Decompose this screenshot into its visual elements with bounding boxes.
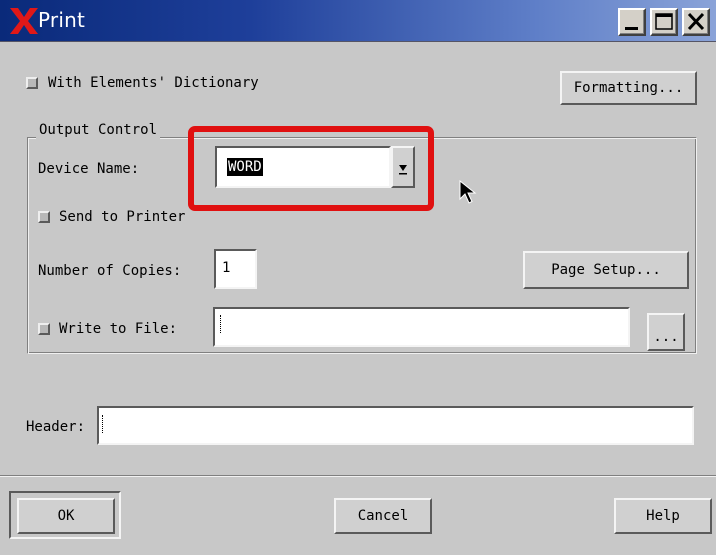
page-setup-button[interactable]: Page Setup...: [523, 251, 689, 289]
write-to-file-label: Write to File:: [59, 321, 178, 337]
number-of-copies-value: 1: [222, 260, 231, 276]
text-cursor-icon: [220, 315, 225, 333]
number-of-copies-label: Number of Copies:: [38, 263, 182, 279]
close-button[interactable]: [682, 8, 710, 36]
with-elements-dictionary-label: With Elements' Dictionary: [48, 75, 259, 91]
with-elements-dictionary-checkbox[interactable]: [26, 77, 38, 89]
maximize-icon: [655, 13, 673, 30]
close-icon: [687, 12, 705, 31]
send-to-printer-label: Send to Printer: [59, 209, 186, 225]
write-to-file-checkbox[interactable]: [38, 323, 50, 335]
minimize-icon: [625, 27, 638, 30]
device-name-label: Device Name:: [38, 161, 140, 177]
help-button[interactable]: Help: [614, 498, 712, 534]
browse-button[interactable]: ...: [647, 313, 685, 351]
write-to-file-input[interactable]: [213, 307, 630, 347]
number-of-copies-input[interactable]: 1: [214, 249, 257, 289]
title-bar[interactable]: [0, 0, 716, 42]
highlight-box: [188, 126, 434, 211]
window-title: Print: [38, 8, 86, 32]
send-to-printer-checkbox[interactable]: [38, 211, 50, 223]
formatting-button[interactable]: Formatting...: [560, 71, 697, 105]
x-logo-icon: [8, 6, 40, 36]
output-control-legend: Output Control: [36, 121, 161, 139]
mouse-cursor-icon: [459, 180, 477, 204]
cancel-button[interactable]: Cancel: [334, 498, 432, 534]
bottom-separator: [0, 475, 716, 477]
header-label: Header:: [26, 419, 86, 435]
maximize-button[interactable]: [650, 8, 678, 36]
minimize-button[interactable]: [618, 8, 646, 36]
ok-button[interactable]: OK: [17, 498, 115, 534]
text-cursor-icon: [102, 415, 107, 433]
header-input[interactable]: [97, 406, 694, 445]
